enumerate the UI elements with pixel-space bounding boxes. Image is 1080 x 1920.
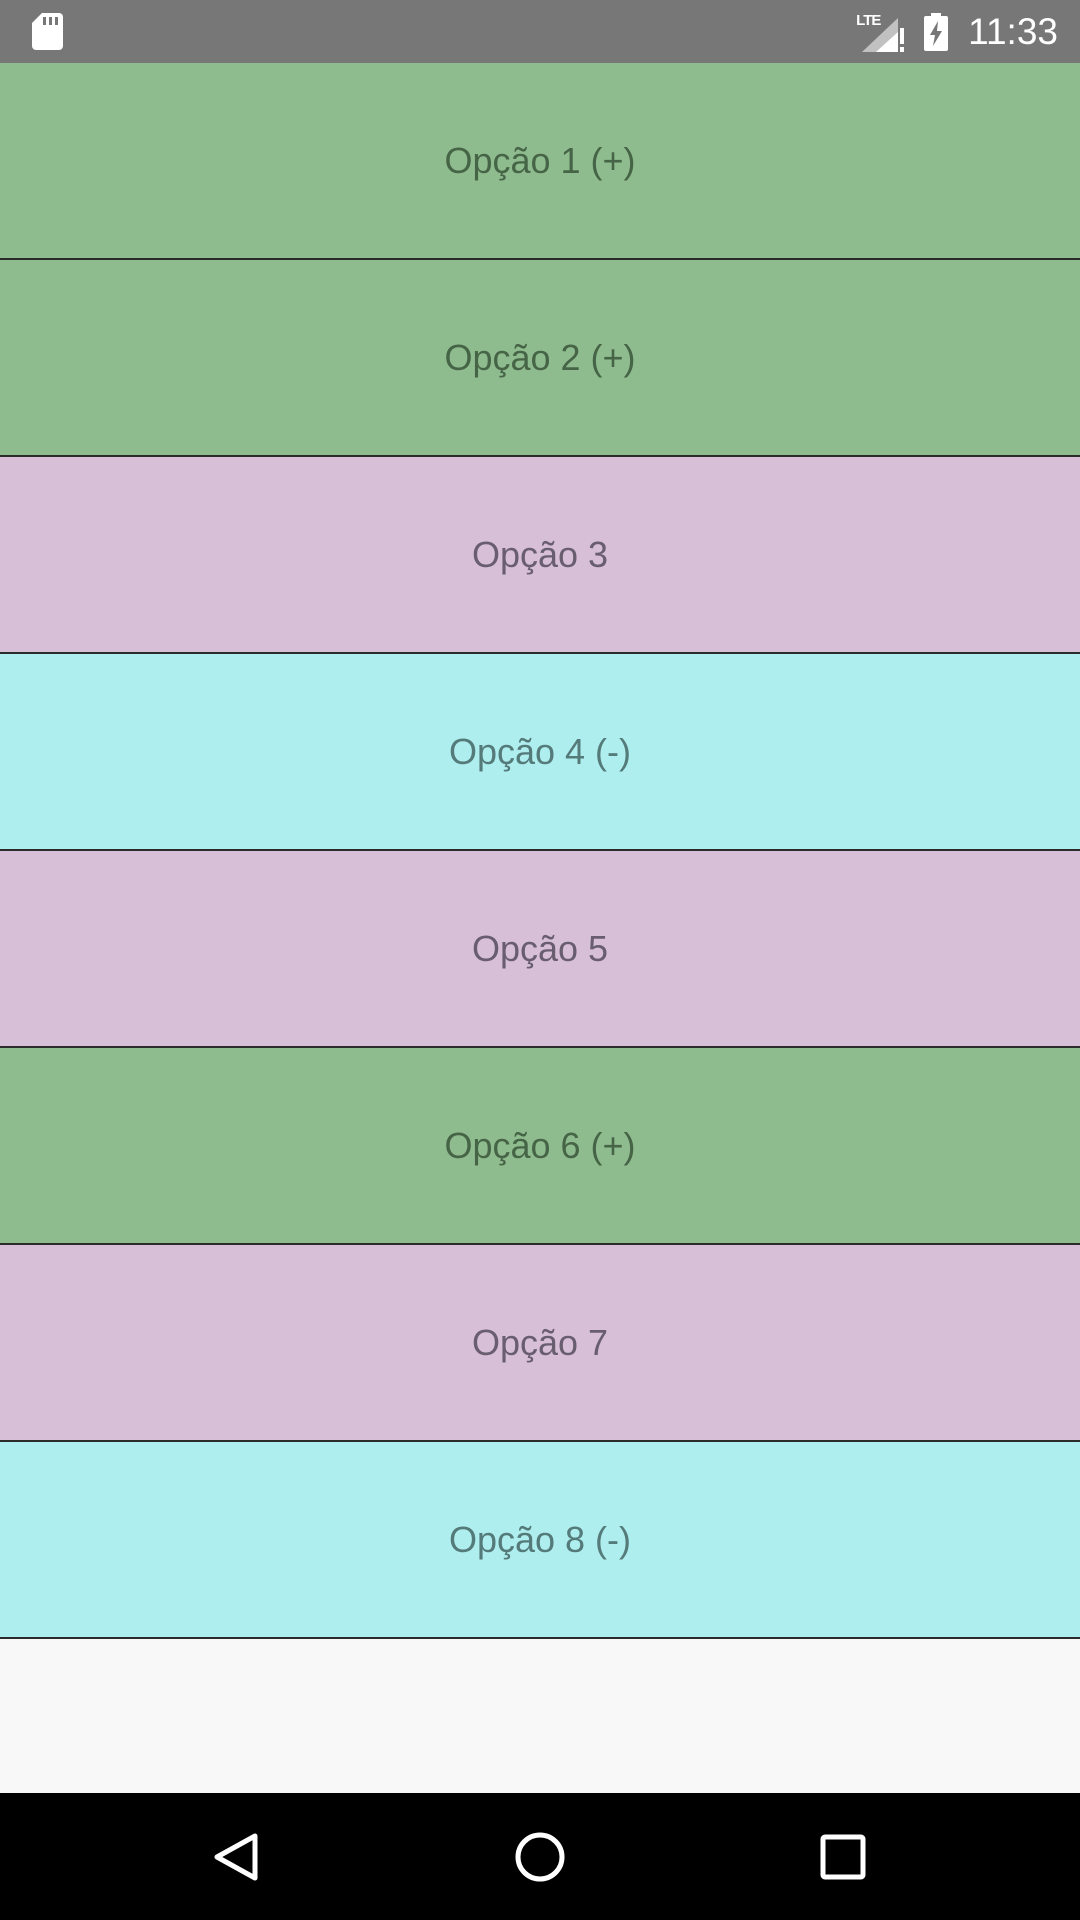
option-item[interactable]: Opção 8 (-) bbox=[0, 1442, 1080, 1639]
option-label: Opção 3 bbox=[471, 533, 609, 575]
option-item[interactable]: Opção 7 bbox=[0, 1245, 1080, 1442]
battery-charging-icon bbox=[924, 12, 949, 51]
screen: LTE 11:33 Opção 1 (+) Opção 2 (+) Opção … bbox=[0, 0, 1080, 1920]
option-item[interactable]: Opção 4 (-) bbox=[0, 654, 1080, 851]
option-label: Opção 5 bbox=[471, 927, 609, 969]
back-button[interactable] bbox=[166, 1793, 306, 1920]
option-label: Opção 8 (-) bbox=[448, 1518, 632, 1560]
recents-button[interactable] bbox=[773, 1793, 913, 1920]
option-label: Opção 7 bbox=[471, 1321, 609, 1363]
option-item[interactable]: Opção 1 (+) bbox=[0, 63, 1080, 260]
network-indicator: LTE bbox=[856, 12, 906, 52]
navigation-bar bbox=[0, 1793, 1080, 1920]
option-item[interactable]: Opção 5 bbox=[0, 851, 1080, 1048]
status-icons: LTE 11:33 bbox=[856, 0, 1058, 63]
sd-card-icon bbox=[32, 13, 63, 50]
recents-icon bbox=[820, 1834, 866, 1879]
clock: 11:33 bbox=[968, 10, 1058, 52]
option-item[interactable]: Opção 2 (+) bbox=[0, 260, 1080, 457]
status-bar: LTE 11:33 bbox=[0, 0, 1080, 63]
option-item[interactable]: Opção 6 (+) bbox=[0, 1048, 1080, 1245]
home-button[interactable] bbox=[470, 1793, 610, 1920]
option-list: Opção 1 (+) Opção 2 (+) Opção 3 Opção 4 … bbox=[0, 63, 1080, 1639]
option-label: Opção 1 (+) bbox=[444, 139, 636, 181]
option-item[interactable]: Opção 3 bbox=[0, 457, 1080, 654]
home-icon bbox=[515, 1832, 565, 1881]
option-label: Opção 2 (+) bbox=[444, 336, 636, 378]
option-label: Opção 4 (-) bbox=[448, 730, 632, 772]
signal-no-data-icon bbox=[862, 17, 905, 52]
back-icon bbox=[214, 1833, 258, 1880]
option-label: Opção 6 (+) bbox=[444, 1124, 636, 1166]
